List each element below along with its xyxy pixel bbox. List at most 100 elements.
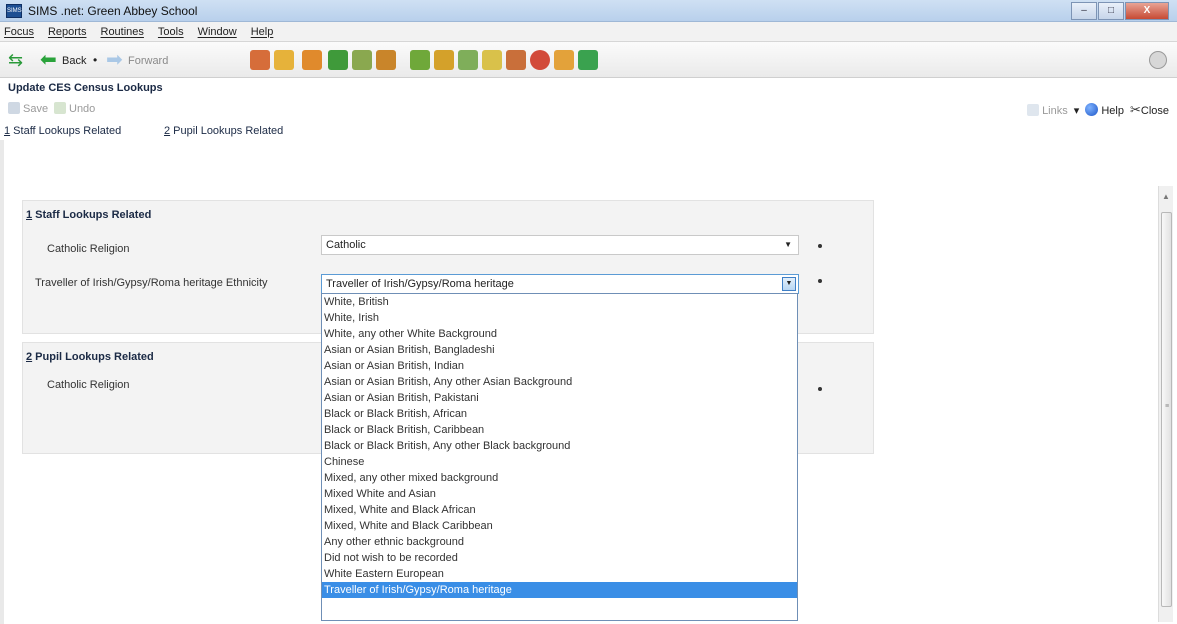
link-staff-lookups[interactable]: 1 Staff Lookups Related (4, 125, 121, 137)
undo-icon (54, 102, 66, 114)
save-label: Save (23, 103, 49, 115)
dropdown-option[interactable]: Black or Black British, Any other Black … (322, 438, 797, 454)
forward-arrow-icon[interactable]: ➡ (106, 50, 123, 70)
cabinet-icon[interactable] (376, 50, 396, 70)
dropdown-option[interactable]: Asian or Asian British, Pakistani (322, 390, 797, 406)
user2-icon[interactable] (554, 50, 574, 70)
links-dropdown-caret[interactable]: ▾ (1074, 104, 1080, 117)
book-icon[interactable] (302, 50, 322, 70)
sims-app-icon: SIMS (6, 4, 22, 18)
scrollbar-thumb[interactable]: ≡ (1161, 212, 1172, 607)
vertical-scrollbar[interactable]: ▲ ≡ (1158, 186, 1173, 622)
menu-routines[interactable]: Routines (101, 26, 144, 38)
dropdown-option[interactable]: Chinese (322, 454, 797, 470)
binder2-icon[interactable] (434, 50, 454, 70)
dropdown-option[interactable]: Mixed, White and Black African (322, 502, 797, 518)
required-indicator (818, 244, 822, 248)
window-titlebar: SIMS SIMS .net: Green Abbey School – □ X (0, 0, 1177, 22)
settings-icon[interactable] (1149, 51, 1167, 69)
undo-label: Undo (69, 103, 96, 115)
minimize-button[interactable]: – (1071, 2, 1097, 20)
dropdown-option[interactable]: Mixed White and Asian (322, 486, 797, 502)
close-scissors-icon: ✂ (1129, 102, 1141, 117)
close-window-button[interactable]: X (1125, 2, 1169, 20)
pupil-catholic-religion-label: Catholic Religion (47, 379, 130, 391)
binder-icon[interactable] (410, 50, 430, 70)
right-actions: Links ▾ Help ✂Close (1027, 102, 1169, 118)
dropdown-option[interactable]: Asian or Asian British, Indian (322, 358, 797, 374)
required-indicator (818, 279, 822, 283)
home-icon[interactable]: ⇆ (8, 50, 26, 70)
close-button[interactable]: ✂Close (1130, 102, 1169, 118)
pupil-section-title: Pupil Lookups Related (32, 351, 154, 363)
dropdown-option[interactable]: Black or Black British, Caribbean (322, 422, 797, 438)
staff-catholic-religion-value: Catholic (326, 239, 366, 251)
dropdown-option[interactable]: White, any other White Background (322, 326, 797, 342)
scroll-up-icon[interactable]: ▲ (1162, 192, 1170, 201)
chart-icon[interactable] (352, 50, 372, 70)
links-button[interactable]: Links (1027, 103, 1068, 117)
menu-help[interactable]: Help (251, 26, 274, 38)
page-title: Update CES Census Lookups (8, 82, 163, 94)
staff-section-header: 1 Staff Lookups Related (26, 209, 151, 221)
close-label: Close (1140, 105, 1169, 117)
forward-button[interactable]: Forward (128, 55, 168, 67)
help-label: Help (1101, 105, 1124, 117)
link-pupil-label: Pupil Lookups Related (170, 125, 284, 137)
maximize-button[interactable]: □ (1098, 2, 1124, 20)
window-controls: – □ X (1070, 2, 1169, 20)
staff-traveller-ethnicity-combo[interactable]: Traveller of Irish/Gypsy/Roma heritage ▼ (321, 274, 799, 294)
window-title: SIMS .net: Green Abbey School (28, 4, 198, 18)
user-icon[interactable] (506, 50, 526, 70)
dropdown-option[interactable]: Asian or Asian British, Any other Asian … (322, 374, 797, 390)
staff-traveller-ethnicity-label: Traveller of Irish/Gypsy/Roma heritage E… (35, 277, 268, 289)
save-button[interactable]: Save (8, 102, 48, 115)
dropdown-option[interactable]: Any other ethnic background (322, 534, 797, 550)
dropdown-option[interactable]: Black or Black British, African (322, 406, 797, 422)
staff-catholic-religion-combo[interactable]: Catholic ▼ (321, 235, 799, 255)
links-label: Links (1042, 104, 1068, 117)
link-staff-label: Staff Lookups Related (10, 125, 122, 137)
action-bar: Save Undo Links ▾ Help ✂Close (0, 100, 1177, 118)
dropdown-option[interactable]: White, British (322, 294, 797, 310)
staff-traveller-ethnicity-value: Traveller of Irish/Gypsy/Roma heritage (326, 278, 514, 290)
ethnicity-dropdown-list[interactable]: White, British White, Irish White, any o… (321, 293, 798, 621)
dropdown-button-icon[interactable]: ▼ (782, 277, 796, 291)
help-globe-icon (1085, 103, 1099, 116)
back-history-dropdown[interactable]: • (93, 53, 97, 67)
pupil-section-header: 2 Pupil Lookups Related (26, 351, 154, 363)
person-icon[interactable] (274, 50, 294, 70)
flag-icon[interactable] (328, 50, 348, 70)
staff-section-title: Staff Lookups Related (32, 209, 152, 221)
dropdown-option[interactable]: Mixed, any other mixed background (322, 470, 797, 486)
staff-catholic-religion-label: Catholic Religion (47, 243, 130, 255)
links-icon (1027, 103, 1040, 116)
clock-icon[interactable] (530, 50, 550, 70)
document-icon[interactable] (458, 50, 478, 70)
dropdown-option-selected[interactable]: Traveller of Irish/Gypsy/Roma heritage (322, 582, 797, 598)
menu-focus[interactable]: Focus (4, 26, 34, 38)
dropdown-option[interactable]: Asian or Asian British, Bangladeshi (322, 342, 797, 358)
back-button[interactable]: Back (62, 55, 86, 67)
people-icon[interactable] (250, 50, 270, 70)
edit-icon[interactable] (482, 50, 502, 70)
dropdown-option[interactable]: Mixed, White and Black Caribbean (322, 518, 797, 534)
dropdown-option[interactable]: White Eastern European (322, 566, 797, 582)
section-links: 1 Staff Lookups Related 2 Pupil Lookups … (0, 122, 1177, 142)
menu-bar: Focus Reports Routines Tools Window Help (0, 22, 1177, 42)
menu-window[interactable]: Window (198, 26, 237, 38)
menu-reports[interactable]: Reports (48, 26, 87, 38)
grip-icon: ≡ (1165, 403, 1170, 410)
save-icon (8, 102, 20, 114)
left-edge (0, 140, 4, 624)
undo-button[interactable]: Undo (54, 102, 95, 115)
arrows-icon[interactable] (578, 50, 598, 70)
menu-tools[interactable]: Tools (158, 26, 184, 38)
dropdown-option[interactable]: Did not wish to be recorded (322, 550, 797, 566)
back-arrow-icon[interactable]: ⬅ (40, 50, 57, 70)
chevron-down-icon[interactable]: ▼ (784, 236, 792, 254)
dropdown-option[interactable]: White, Irish (322, 310, 797, 326)
main-toolbar: ⇆ ⬅ Back • ➡ Forward (0, 42, 1177, 78)
link-pupil-lookups[interactable]: 2 Pupil Lookups Related (164, 125, 283, 137)
help-button[interactable]: Help (1085, 103, 1124, 117)
